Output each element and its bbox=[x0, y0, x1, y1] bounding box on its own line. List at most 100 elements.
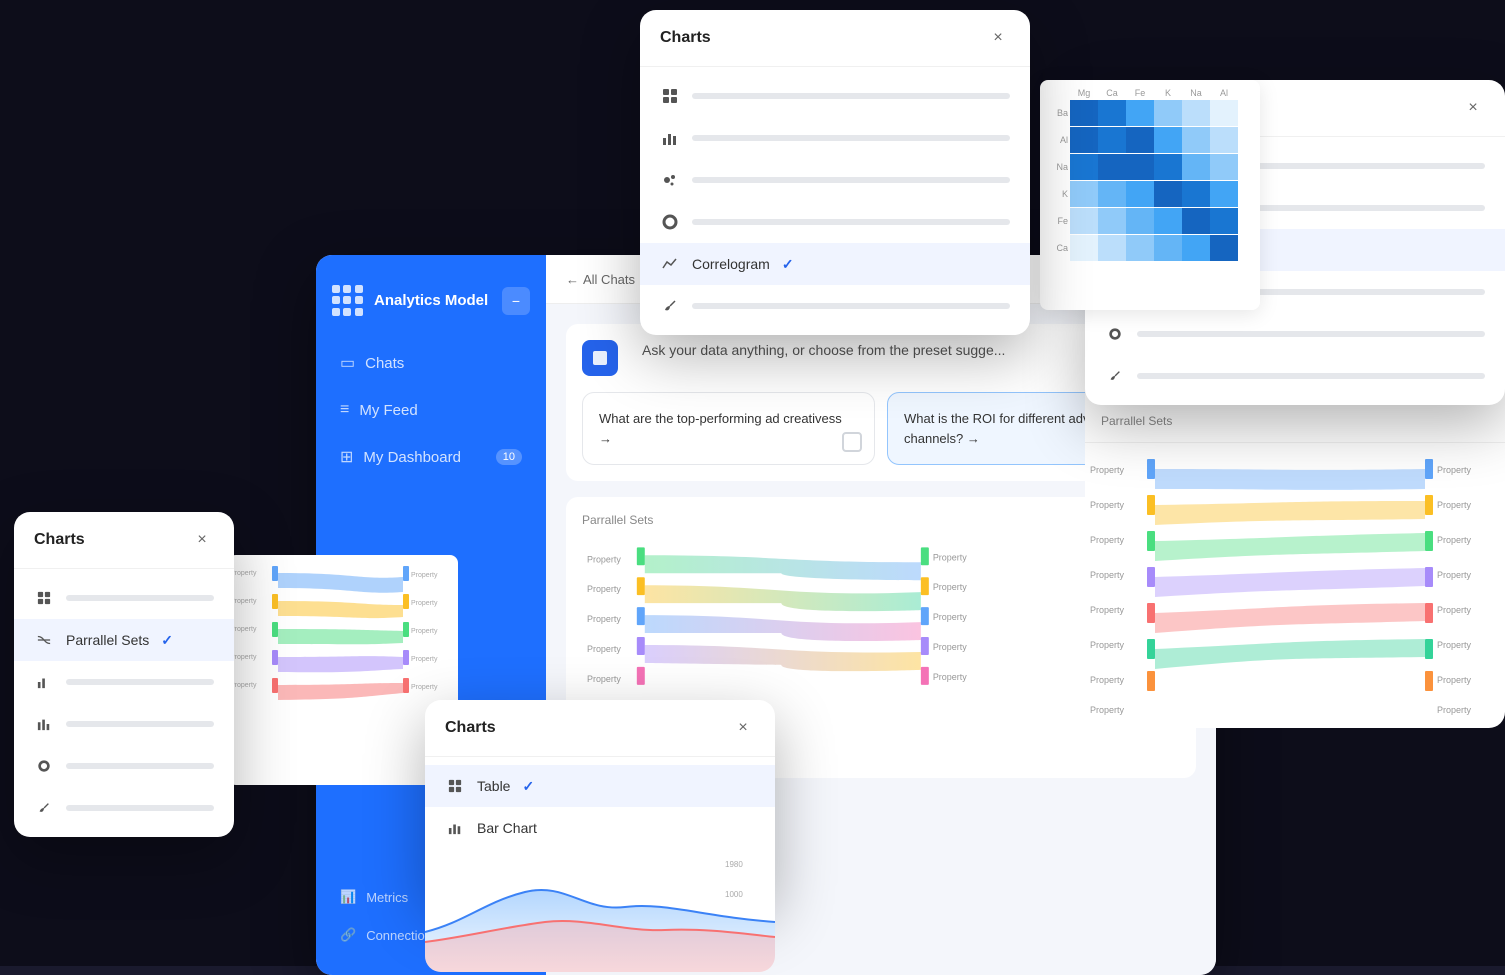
charts-modal-parallel-close[interactable]: × bbox=[190, 528, 214, 552]
parallel-check: ✓ bbox=[161, 632, 173, 649]
parallel-chart-option-bar1[interactable] bbox=[14, 661, 234, 703]
grid-icon bbox=[660, 86, 680, 106]
charts-modal-correlogram: Charts × bbox=[640, 10, 1030, 335]
suggestion-text-1: What are the top-performing ad creatives… bbox=[599, 409, 858, 448]
heatmap-cell bbox=[1098, 235, 1126, 261]
heatmap-cell bbox=[1182, 181, 1210, 207]
table-bar-icon bbox=[445, 818, 465, 838]
svg-text:Property: Property bbox=[411, 600, 438, 607]
svg-text:Property: Property bbox=[587, 584, 621, 594]
svg-text:Property: Property bbox=[933, 672, 967, 682]
parallel-bar1-icon bbox=[34, 672, 54, 692]
svg-text:Property: Property bbox=[411, 684, 438, 691]
charts-modal-table-close[interactable]: × bbox=[731, 716, 755, 740]
col-na: Na bbox=[1182, 88, 1210, 98]
parallel-chart-option-grid[interactable] bbox=[14, 577, 234, 619]
heatmap-cell bbox=[1126, 154, 1154, 180]
table-label: Table bbox=[477, 778, 510, 794]
charts-modal-parallel-header: Charts × bbox=[14, 512, 234, 569]
sidebar-item-label: My Feed bbox=[359, 402, 417, 419]
heatmap-cell bbox=[1098, 181, 1126, 207]
svg-text:Property: Property bbox=[1437, 605, 1472, 615]
table-option-table[interactable]: Table ✓ bbox=[425, 765, 775, 807]
heatmap-row: Na bbox=[1050, 154, 1250, 180]
feed-icon: ≡ bbox=[340, 401, 349, 419]
suggestion-checkbox-1[interactable] bbox=[842, 432, 862, 452]
svg-text:Property: Property bbox=[1437, 535, 1472, 545]
chart-option-bar[interactable] bbox=[640, 117, 1030, 159]
table-check: ✓ bbox=[522, 778, 534, 795]
bubble-chart-option-brush[interactable] bbox=[1085, 355, 1505, 397]
parallel-chart-option-brush[interactable] bbox=[14, 787, 234, 829]
back-button[interactable]: ← All Chats bbox=[566, 272, 635, 287]
heatmap-row-label: Ba bbox=[1050, 108, 1070, 118]
chart-option-bubble[interactable] bbox=[640, 159, 1030, 201]
logo-icon bbox=[332, 285, 364, 317]
svg-text:Property: Property bbox=[230, 598, 257, 605]
svg-text:Property: Property bbox=[1090, 705, 1125, 715]
sidebar-item-chats[interactable]: ▭ Chats bbox=[328, 341, 534, 385]
parallel-right-svg: Property Property Property Property Prop… bbox=[1085, 443, 1505, 723]
chart-option-correlogram[interactable]: Correlogram ✓ bbox=[640, 243, 1030, 285]
charts-modal-parallel-body: Parrallel Sets ✓ bbox=[14, 569, 234, 837]
correlogram-check: ✓ bbox=[782, 256, 794, 273]
parallel-brush-preview bbox=[66, 805, 214, 811]
heatmap-row: Ba bbox=[1050, 100, 1250, 126]
prompt-icon bbox=[582, 340, 618, 376]
table-option-bar[interactable]: Bar Chart bbox=[425, 807, 775, 849]
chart-option-donut[interactable] bbox=[640, 201, 1030, 243]
svg-text:Property: Property bbox=[1090, 640, 1125, 650]
dashboard-icon: ⊞ bbox=[340, 447, 353, 467]
app-name: Analytics Model bbox=[374, 292, 488, 310]
parallel-chart-option-parallel[interactable]: Parrallel Sets ✓ bbox=[14, 619, 234, 661]
svg-text:Property: Property bbox=[411, 656, 438, 663]
charts-modal-parallel-title: Charts bbox=[34, 531, 85, 549]
connections-icon: 🔗 bbox=[340, 927, 356, 943]
heatmap-cell bbox=[1126, 127, 1154, 153]
area-chart-svg: 1980 1000 bbox=[425, 852, 775, 972]
heatmap-row-label: K bbox=[1050, 189, 1070, 199]
bubble-chart-option-donut[interactable] bbox=[1085, 313, 1505, 355]
svg-text:Property: Property bbox=[230, 570, 257, 577]
sidebar-item-my-dashboard[interactable]: ⊞ My Dashboard 10 bbox=[328, 435, 534, 479]
chart-option-brush[interactable] bbox=[640, 285, 1030, 327]
svg-text:Property: Property bbox=[1090, 500, 1125, 510]
sidebar-item-my-feed[interactable]: ≡ My Feed bbox=[328, 389, 534, 431]
heatmap-cell bbox=[1098, 154, 1126, 180]
heatmap-cell bbox=[1098, 127, 1126, 153]
parallel-bar2-icon bbox=[34, 714, 54, 734]
svg-text:Property: Property bbox=[587, 674, 621, 684]
brush-icon bbox=[660, 296, 680, 316]
heatmap-cell bbox=[1126, 181, 1154, 207]
parallel-sets-right-label: Parrallel Sets bbox=[1101, 414, 1172, 428]
col-mg: Mg bbox=[1070, 88, 1098, 98]
parallel-grid-icon bbox=[34, 588, 54, 608]
charts-modal-correlogram-close[interactable]: × bbox=[986, 26, 1010, 50]
heatmap-rows: BaAlNaKFeCa bbox=[1050, 100, 1250, 261]
heatmap-cell bbox=[1210, 181, 1238, 207]
svg-text:Property: Property bbox=[1437, 705, 1472, 715]
heatmap-cell bbox=[1154, 127, 1182, 153]
svg-text:Property: Property bbox=[411, 628, 438, 635]
suggestion-card-1[interactable]: What are the top-performing ad creatives… bbox=[582, 392, 875, 465]
heatmap-cell bbox=[1070, 127, 1098, 153]
sidebar-item-label: My Dashboard bbox=[363, 449, 461, 466]
correlogram-preview-inner: Mg Ca Fe K Na Al BaAlNaKFeCa bbox=[1040, 80, 1260, 270]
bar-chart-icon bbox=[660, 128, 680, 148]
heatmap-cell bbox=[1154, 235, 1182, 261]
parallel-label: Parrallel Sets bbox=[66, 632, 149, 648]
parallel-sets-icon bbox=[34, 630, 54, 650]
parallel-chart-option-donut[interactable] bbox=[14, 745, 234, 787]
all-chats-label: All Chats bbox=[583, 272, 635, 287]
parallel-chart-option-bar2[interactable] bbox=[14, 703, 234, 745]
chart-option-grid[interactable] bbox=[640, 75, 1030, 117]
app-logo: Analytics Model bbox=[332, 285, 488, 317]
svg-text:Property: Property bbox=[587, 554, 621, 564]
minimize-button[interactable]: − bbox=[502, 287, 530, 315]
charts-modal-bubble-close[interactable]: × bbox=[1461, 96, 1485, 120]
parallel-donut-icon bbox=[34, 756, 54, 776]
sidebar-header: Analytics Model − bbox=[316, 275, 546, 341]
heatmap-cell bbox=[1154, 181, 1182, 207]
heatmap-cell bbox=[1098, 100, 1126, 126]
heatmap-cell bbox=[1070, 154, 1098, 180]
